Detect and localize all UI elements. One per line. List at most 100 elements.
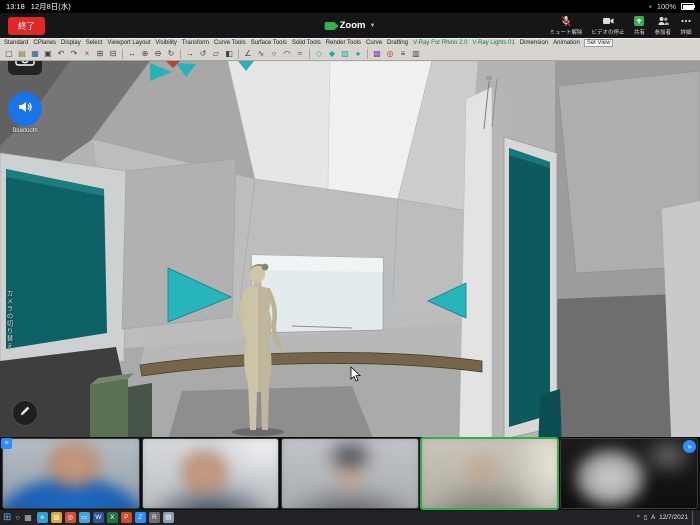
arc-icon[interactable]: ◠	[281, 48, 293, 60]
control-label: ビデオの停止	[591, 28, 624, 36]
copy-icon[interactable]: ⊞	[94, 48, 106, 60]
scale-icon[interactable]: ▱	[210, 48, 222, 60]
control-label: ミュート解除	[549, 28, 582, 36]
undo-icon[interactable]: ↶	[55, 48, 67, 60]
rhino-taskbar-icon[interactable]: R	[149, 512, 160, 523]
microphone-icon	[560, 15, 572, 27]
next-participants-button[interactable]: »	[683, 440, 696, 453]
word-taskbar-icon[interactable]: W	[93, 512, 104, 523]
dots-icon	[680, 15, 692, 27]
zoom-window-icon[interactable]: ⊖	[152, 48, 164, 60]
tray-expand-icon[interactable]: ^	[637, 515, 640, 521]
rhino-tab-cplanes[interactable]: CPlanes	[32, 40, 57, 46]
rhino-toolbar: ▢▤▦▣↶↷×⊞⊟ ↔⊕⊖↻ →↺▱◧ ∠∿○◠≈ ◇◆▧● ▩◎≡▥	[0, 47, 700, 61]
rhino-tab-animation[interactable]: Animation	[552, 40, 581, 46]
zoom-meeting-bar: 終了 Zoom ▼ ミュート解除 ビデオの停止 共有参加者 詳細	[0, 13, 700, 38]
pan-view-icon[interactable]: ↔	[126, 48, 138, 60]
rotate-view-icon[interactable]: ↻	[165, 48, 177, 60]
line-icon[interactable]: ∠	[242, 48, 254, 60]
show-desktop-button[interactable]	[692, 510, 696, 525]
windows-taskbar: ⊞ ○ ▦ e▨◎▭WXPZR▤ ^ ▯ A 12/7/2021	[0, 510, 700, 525]
tray-clock[interactable]: 12/7/2021	[659, 514, 688, 521]
zoom-extents-icon[interactable]: ⊕	[139, 48, 151, 60]
circle-icon[interactable]: ○	[268, 48, 280, 60]
rhino-tab-drafting[interactable]: Drafting	[386, 40, 409, 46]
mirror-icon[interactable]: ◧	[223, 48, 235, 60]
print-icon[interactable]: ▣	[42, 48, 54, 60]
polyline-icon[interactable]: ∿	[255, 48, 267, 60]
extrude-icon[interactable]: ◆	[326, 48, 338, 60]
delete-icon[interactable]: ×	[81, 48, 93, 60]
move-icon[interactable]: →	[184, 48, 196, 60]
control-label: 参加者	[654, 28, 671, 36]
rhino-tab-set-view[interactable]: Set View	[584, 39, 614, 47]
chrome-taskbar-icon[interactable]: ◎	[65, 512, 76, 523]
rhino-tab-v-ray-for-rhino-2-0[interactable]: V-Ray For Rhino 2.0	[412, 40, 468, 46]
unmute-button[interactable]: ミュート解除	[549, 15, 582, 36]
participant-2-video[interactable]	[142, 438, 280, 509]
toolbar-separator	[367, 49, 368, 59]
participant-3-video[interactable]	[281, 438, 419, 509]
edge-taskbar-icon[interactable]: e	[37, 512, 48, 523]
status-date: 12月8日(水)	[31, 1, 71, 12]
end-meeting-button[interactable]: 終了	[8, 17, 45, 35]
left-teal-screen	[0, 153, 126, 373]
rhino-tab-surface-tools[interactable]: Surface Tools	[250, 40, 288, 46]
webcam-video-blurred	[2, 438, 140, 509]
rhino-tab-curve-tools[interactable]: Curve Tools	[213, 40, 247, 46]
properties-icon[interactable]: ▥	[410, 48, 422, 60]
rhino-tab-display[interactable]: Display	[60, 40, 82, 46]
render-icon[interactable]: ▩	[371, 48, 383, 60]
rhino-tab-curve[interactable]: Curve	[365, 40, 383, 46]
bluetooth-audio-button[interactable]	[8, 92, 42, 126]
layers-icon[interactable]: ≡	[397, 48, 409, 60]
rhino-tab-render-tools[interactable]: Render Tools	[325, 40, 362, 46]
share-screen-button[interactable]: 共有	[633, 15, 645, 36]
participant-strip	[0, 437, 700, 510]
zoom-app-menu[interactable]: Zoom ▼	[325, 20, 376, 31]
ime-indicator[interactable]: A	[651, 515, 655, 521]
tray-network-icon[interactable]: ▯	[644, 514, 647, 521]
excel-taskbar-icon[interactable]: X	[107, 512, 118, 523]
taskbar-icons: e▨◎▭WXPZR▤	[37, 512, 174, 523]
folder-taskbar-icon[interactable]: ▨	[51, 512, 62, 523]
start-button[interactable]: ⊞	[3, 510, 11, 525]
participant-1-video[interactable]	[2, 438, 140, 509]
new-file-icon[interactable]: ▢	[3, 48, 15, 60]
save-file-icon[interactable]: ▦	[29, 48, 41, 60]
more-button[interactable]: 詳細	[680, 15, 692, 36]
participant-4-video[interactable]	[420, 437, 560, 510]
rhino-tab-select[interactable]: Select	[85, 40, 104, 46]
redo-icon[interactable]: ↷	[68, 48, 80, 60]
stop-video-button[interactable]: ビデオの停止	[591, 15, 624, 36]
webcam-video-blurred	[420, 437, 560, 510]
mail-taskbar-icon[interactable]: ▭	[79, 512, 90, 523]
paste-icon[interactable]: ⊟	[107, 48, 119, 60]
powerpoint-taskbar-icon[interactable]: P	[121, 512, 132, 523]
surface-icon[interactable]: ◇	[313, 48, 325, 60]
notes-taskbar-icon[interactable]: ▤	[163, 512, 174, 523]
rhino-tab-visibility[interactable]: Visibility	[154, 40, 178, 46]
rotate-icon[interactable]: ↺	[197, 48, 209, 60]
open-file-icon[interactable]: ▤	[16, 48, 28, 60]
zoom-taskbar-icon[interactable]: Z	[135, 512, 146, 523]
box-icon[interactable]: ▧	[339, 48, 351, 60]
sphere-icon[interactable]: ●	[352, 48, 364, 60]
curve-icon[interactable]: ≈	[294, 48, 306, 60]
shared-screen: 13:18 12月8日(水) ▪ 100% 終了 Zoom ▼ ミュート解除ビデ…	[0, 0, 700, 525]
rhino-tab-standard[interactable]: Standard	[3, 40, 29, 46]
rhino-tab-transform[interactable]: Transform	[181, 40, 210, 46]
battery-percent: 100%	[657, 2, 676, 11]
video-active-icon	[325, 22, 336, 30]
rhino-tab-v-ray-lights-01[interactable]: V-Ray Lights 01	[471, 40, 515, 46]
rhino-tab-dimension[interactable]: Dimension	[519, 40, 549, 46]
participants-button[interactable]: 参加者	[654, 15, 671, 36]
participant-5-video[interactable]	[560, 438, 698, 509]
search-icon[interactable]: ○	[15, 513, 20, 522]
annotate-button[interactable]	[12, 400, 38, 426]
collapse-gallery-button[interactable]: ≡	[1, 438, 12, 449]
rhino-tab-viewport-layout[interactable]: Viewport Layout	[106, 40, 151, 46]
material-icon[interactable]: ◎	[384, 48, 396, 60]
rhino-tab-solid-tools[interactable]: Solid Tools	[291, 40, 322, 46]
task-view-icon[interactable]: ▦	[24, 513, 32, 522]
